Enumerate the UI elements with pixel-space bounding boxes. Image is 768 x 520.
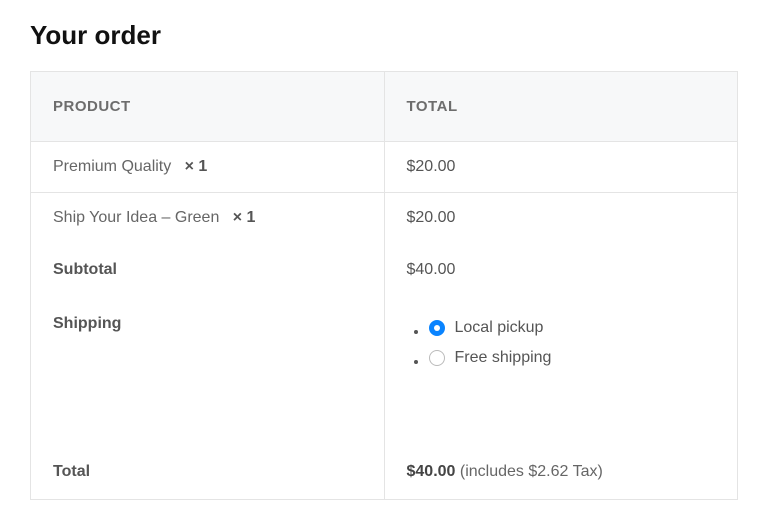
order-item-qty: × 1 [233, 209, 256, 226]
order-item-price: $20.00 [384, 142, 738, 193]
radio-icon [429, 350, 445, 366]
order-item-name: Premium Quality [53, 158, 171, 175]
order-item-qty: × 1 [185, 158, 208, 175]
order-item-row: Ship Your Idea – Green × 1 $20.00 [31, 193, 738, 244]
subtotal-value: $40.00 [384, 243, 738, 297]
shipping-label: Shipping [31, 297, 385, 445]
order-item-name-cell: Premium Quality × 1 [31, 142, 385, 193]
order-item-name-cell: Ship Your Idea – Green × 1 [31, 193, 385, 244]
order-item-price: $20.00 [384, 193, 738, 244]
page-title: Your order [30, 20, 738, 51]
order-item-row: Premium Quality × 1 $20.00 [31, 142, 738, 193]
column-header-total: TOTAL [384, 72, 738, 142]
shipping-method-option[interactable]: Free shipping [429, 349, 552, 367]
total-label: Total [31, 445, 385, 500]
shipping-methods-cell: Local pickup Free shipping [384, 297, 738, 445]
shipping-methods-list: Local pickup Free shipping [407, 315, 716, 375]
shipping-method-item: Free shipping [429, 345, 716, 375]
total-amount: $40.00 [407, 463, 456, 480]
subtotal-label: Subtotal [31, 243, 385, 297]
tax-note: (includes $2.62 Tax) [460, 463, 603, 480]
column-header-product: PRODUCT [31, 72, 385, 142]
radio-icon [429, 320, 445, 336]
order-total-row: Total $40.00 (includes $2.62 Tax) [31, 445, 738, 500]
shipping-method-item: Local pickup [429, 315, 716, 345]
order-review-table: PRODUCT TOTAL Premium Quality × 1 $20.00… [30, 71, 738, 500]
shipping-method-label: Local pickup [455, 319, 544, 337]
order-shipping-row: Shipping Local pickup Free shipping [31, 297, 738, 445]
shipping-method-option[interactable]: Local pickup [429, 319, 544, 337]
order-item-name: Ship Your Idea – Green [53, 209, 219, 226]
total-value: $40.00 (includes $2.62 Tax) [384, 445, 738, 500]
order-subtotal-row: Subtotal $40.00 [31, 243, 738, 297]
shipping-method-label: Free shipping [455, 349, 552, 367]
